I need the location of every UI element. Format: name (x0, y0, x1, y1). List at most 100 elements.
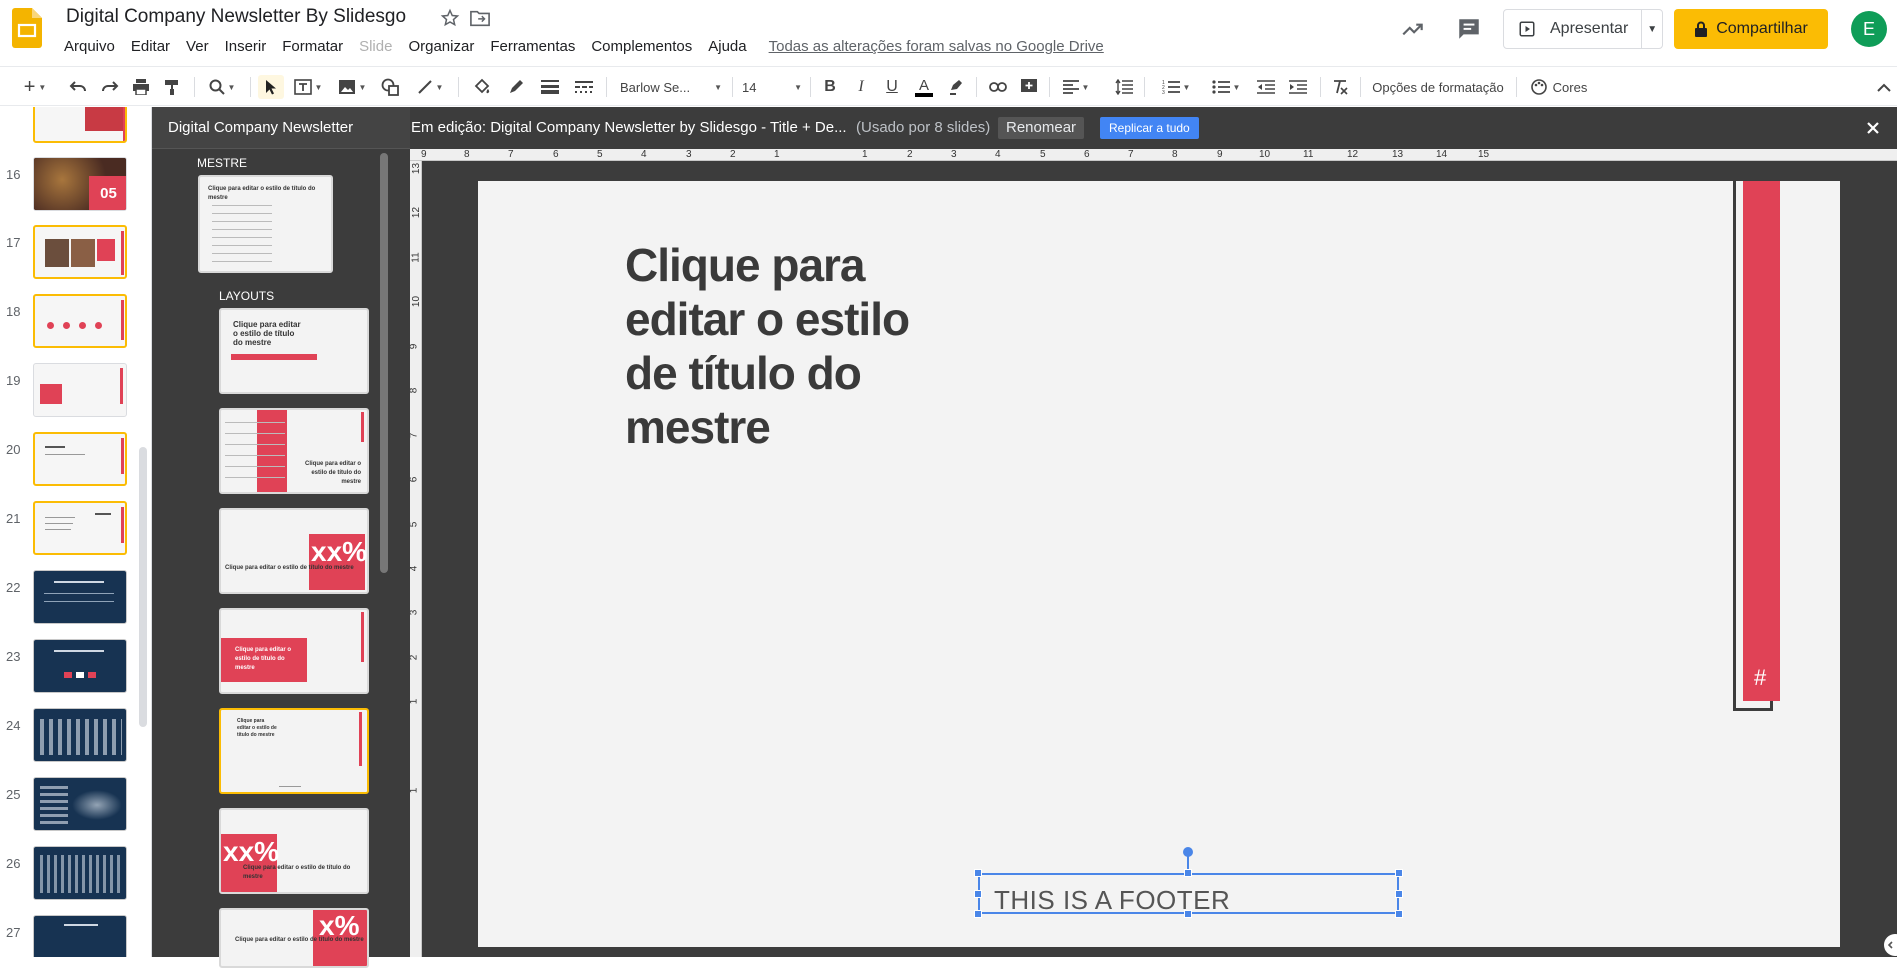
layout-thumbnail[interactable]: Clique para editar o estilo de título do… (219, 408, 369, 494)
filmstrip-slide[interactable]: 27 (0, 915, 151, 957)
master-panel-scrollbar[interactable] (380, 153, 388, 573)
select-tool-icon[interactable] (258, 75, 284, 99)
menu-ajuda[interactable]: Ajuda (700, 38, 754, 55)
font-family-select[interactable]: Barlow Se... ▼ (620, 75, 722, 99)
slide-thumbnail[interactable] (33, 107, 127, 143)
rotation-handle[interactable] (1183, 847, 1193, 857)
slide-thumbnail[interactable] (33, 570, 127, 624)
side-accent-bar[interactable] (1743, 181, 1780, 701)
resize-handle[interactable] (1395, 890, 1403, 898)
save-status-link[interactable]: Todas as alterações foram salvas no Goog… (769, 38, 1104, 55)
text-box-icon[interactable]: ▼ (290, 75, 326, 99)
filmstrip-slide[interactable]: 16 05 (0, 157, 151, 213)
vertical-ruler[interactable]: 131211109876543211 (410, 161, 422, 957)
clear-formatting-icon[interactable] (1328, 75, 1352, 99)
zoom-icon[interactable]: ▼ (203, 75, 241, 99)
paint-format-icon[interactable] (160, 75, 184, 99)
resize-handle[interactable] (974, 890, 982, 898)
close-icon[interactable] (1863, 118, 1883, 138)
resize-handle[interactable] (1184, 869, 1192, 877)
text-color-icon[interactable]: A (911, 75, 937, 99)
filmstrip-slide[interactable]: 25 (0, 777, 151, 833)
border-dash-icon[interactable] (572, 75, 596, 99)
resize-handle[interactable] (1395, 869, 1403, 877)
footer-text-box[interactable]: THIS IS A FOOTER (978, 873, 1399, 916)
present-button[interactable]: Apresentar (1504, 10, 1643, 48)
present-dropdown-icon[interactable]: ▼ (1642, 24, 1662, 35)
menu-complementos[interactable]: Complementos (583, 38, 700, 55)
line-icon[interactable]: ▼ (412, 75, 448, 99)
highlight-color-icon[interactable] (944, 75, 968, 99)
move-to-folder-icon[interactable] (469, 8, 491, 28)
filmstrip-slide[interactable]: 22 (0, 570, 151, 626)
slide-thumbnail[interactable] (33, 432, 127, 486)
slide-thumbnail[interactable] (33, 915, 127, 957)
bulleted-list-icon[interactable]: ▼ (1206, 75, 1246, 99)
footer-text[interactable]: THIS IS A FOOTER (994, 885, 1230, 916)
menu-organizar[interactable]: Organizar (400, 38, 482, 55)
filmstrip-slide[interactable]: 26 (0, 846, 151, 902)
menu-editar[interactable]: Editar (123, 38, 178, 55)
menu-arquivo[interactable]: Arquivo (56, 38, 123, 55)
user-avatar[interactable]: E (1851, 11, 1887, 47)
fill-color-icon[interactable] (470, 75, 494, 99)
share-button[interactable]: Compartilhar (1674, 9, 1828, 49)
border-color-icon[interactable] (504, 75, 528, 99)
resize-handle[interactable] (974, 910, 982, 918)
filmstrip-scrollbar[interactable] (139, 447, 147, 727)
document-title[interactable]: Digital Company Newsletter By Slidesgo (66, 6, 406, 28)
slide-title-placeholder[interactable]: Clique para editar o estilo de título do… (625, 238, 925, 454)
layout-thumbnail[interactable]: Clique para editar o estilo de título do… (219, 708, 369, 794)
undo-icon[interactable] (66, 75, 90, 99)
redo-icon[interactable] (98, 75, 122, 99)
slide-thumbnail[interactable] (33, 363, 127, 417)
slide-number-placeholder[interactable]: # (1754, 665, 1766, 691)
resize-handle[interactable] (1395, 910, 1403, 918)
filmstrip-slide[interactable]: 21 (0, 501, 151, 557)
line-spacing-icon[interactable] (1112, 75, 1136, 99)
layout-thumbnail[interactable]: xx% Clique para editar o estilo de títul… (219, 808, 369, 894)
format-options-button[interactable]: Opções de formatação (1368, 75, 1508, 99)
menu-inserir[interactable]: Inserir (217, 38, 275, 55)
underline-icon[interactable]: U (880, 75, 904, 99)
filmstrip-slide[interactable]: 18 (0, 294, 151, 350)
layout-thumbnail[interactable]: xx% Clique para editar o estilo de títul… (219, 508, 369, 594)
menu-slide[interactable]: Slide (351, 38, 400, 55)
layout-thumbnail[interactable]: x% Clique para editar o estilo de título… (219, 908, 369, 968)
slide-thumbnail[interactable]: 05 (33, 157, 127, 211)
master-slide-thumbnail[interactable]: Clique para editar o estilo de título do… (198, 175, 333, 273)
slide-thumbnail[interactable] (33, 225, 127, 279)
colors-button[interactable]: Cores (1526, 75, 1592, 99)
filmstrip-slide[interactable]: 17 (0, 225, 151, 281)
slide-canvas[interactable]: Clique para editar o estilo de título do… (478, 181, 1840, 947)
align-icon[interactable]: ▼ (1058, 75, 1094, 99)
slide-thumbnail[interactable] (33, 639, 127, 693)
comments-icon[interactable] (1456, 16, 1482, 42)
print-icon[interactable] (129, 75, 153, 99)
filmstrip-slide[interactable]: 24 (0, 708, 151, 764)
numbered-list-icon[interactable]: 1 2 3 ▼ (1156, 75, 1196, 99)
menu-ver[interactable]: Ver (178, 38, 217, 55)
filmstrip-slide[interactable]: 19 (0, 363, 151, 419)
resize-handle[interactable] (974, 869, 982, 877)
slides-logo-icon[interactable] (12, 8, 42, 48)
image-icon[interactable]: ▼ (334, 75, 370, 99)
increase-indent-icon[interactable] (1286, 75, 1310, 99)
replicate-to-all-button[interactable]: Replicar a tudo (1100, 117, 1199, 139)
filmstrip-slide[interactable] (0, 107, 151, 145)
activity-trend-icon[interactable] (1400, 16, 1426, 42)
slide-thumbnail[interactable] (33, 294, 127, 348)
slide-thumbnail[interactable] (33, 708, 127, 762)
italic-icon[interactable]: I (849, 75, 873, 99)
horizontal-ruler[interactable]: 9 8 7 6 5 4 3 2 1 1 2 3 4 5 6 7 8 9 10 11 12 13 14 15 (410, 149, 1897, 161)
rename-button[interactable]: Renomear (998, 117, 1085, 139)
slide-thumbnail[interactable] (33, 501, 127, 555)
star-icon[interactable] (440, 8, 460, 28)
theme-name[interactable]: Digital Company Newsletter (168, 119, 353, 136)
menu-ferramentas[interactable]: Ferramentas (482, 38, 583, 55)
shape-icon[interactable] (378, 75, 402, 99)
layout-thumbnail[interactable]: Clique para editar o estilo de título do… (219, 608, 369, 694)
border-weight-icon[interactable] (538, 75, 562, 99)
new-slide-button[interactable]: + ▼ (18, 75, 52, 99)
menu-formatar[interactable]: Formatar (274, 38, 351, 55)
